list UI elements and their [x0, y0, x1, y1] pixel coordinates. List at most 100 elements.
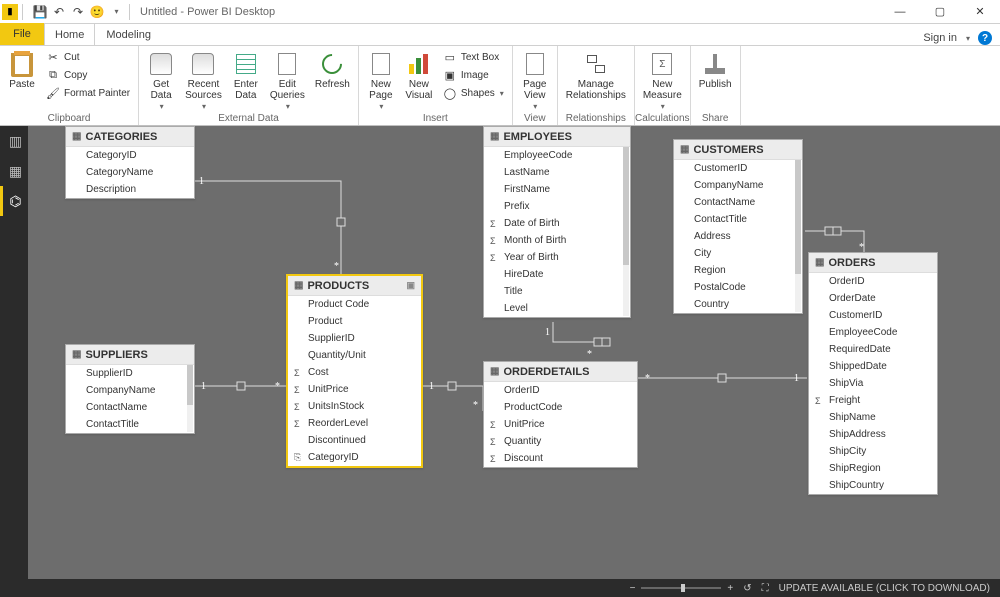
sign-in-dropdown[interactable]: [965, 32, 970, 44]
qat-dropdown[interactable]: [107, 3, 125, 21]
undo-button[interactable]: ↶: [50, 3, 68, 21]
field-row[interactable]: ShippedDate: [809, 358, 937, 375]
field-row[interactable]: OrderID: [809, 273, 937, 290]
field-row[interactable]: CustomerID: [809, 307, 937, 324]
field-row[interactable]: Discontinued: [288, 432, 421, 449]
table-orders[interactable]: ▦ORDERS OrderIDOrderDateCustomerIDEmploy…: [808, 252, 938, 495]
data-view-button[interactable]: ▦: [0, 156, 28, 186]
field-row[interactable]: ΣUnitsInStock: [288, 398, 421, 415]
field-row[interactable]: Quantity/Unit: [288, 347, 421, 364]
modeling-tab[interactable]: Modeling: [95, 23, 162, 45]
enter-data-button[interactable]: EnterData: [228, 48, 264, 101]
shapes-button[interactable]: ◯Shapes: [439, 84, 508, 102]
model-view-button[interactable]: ⌬: [0, 186, 28, 216]
field-row[interactable]: Country: [674, 296, 802, 313]
field-row[interactable]: ΣCost: [288, 364, 421, 381]
field-row[interactable]: ΣFreight: [809, 392, 937, 409]
scrollbar[interactable]: [623, 147, 629, 316]
field-row[interactable]: OrderDate: [809, 290, 937, 307]
field-row[interactable]: ContactName: [674, 194, 802, 211]
table-categories[interactable]: ▦CATEGORIES CategoryIDCategoryNameDescri…: [65, 126, 195, 199]
field-row[interactable]: OrderID: [484, 382, 637, 399]
field-row[interactable]: Title: [484, 283, 630, 300]
scrollbar[interactable]: [795, 160, 801, 312]
field-row[interactable]: ⎘CategoryID: [288, 449, 421, 466]
table-employees[interactable]: ▦EMPLOYEES EmployeeCodeLastNameFirstName…: [483, 126, 631, 318]
field-row[interactable]: ΣUnitPrice: [288, 381, 421, 398]
image-button[interactable]: ▣Image: [439, 66, 508, 84]
collapse-icon[interactable]: ▣: [406, 280, 415, 291]
field-row[interactable]: SupplierID: [66, 365, 194, 382]
field-row[interactable]: HireDate: [484, 266, 630, 283]
model-canvas[interactable]: 1 * 1 * 1 * 1 * 1 * 1: [28, 126, 1000, 579]
field-row[interactable]: RequiredDate: [809, 341, 937, 358]
minimize-button[interactable]: —: [880, 0, 920, 24]
field-row[interactable]: ShipName: [809, 409, 937, 426]
fit-to-page-icon[interactable]: ⛶: [762, 583, 769, 594]
home-tab[interactable]: Home: [44, 23, 95, 45]
field-row[interactable]: FirstName: [484, 181, 630, 198]
recent-sources-button[interactable]: RecentSources: [181, 48, 226, 111]
field-row[interactable]: ProductCode: [484, 399, 637, 416]
field-row[interactable]: ShipVia: [809, 375, 937, 392]
edit-queries-button[interactable]: EditQueries: [266, 48, 309, 111]
field-row[interactable]: ΣDiscount: [484, 450, 637, 467]
scrollbar[interactable]: [187, 365, 193, 432]
zoom-out-icon[interactable]: −: [630, 583, 636, 594]
text-box-button[interactable]: ▭Text Box: [439, 48, 508, 66]
field-row[interactable]: EmployeeCode: [809, 324, 937, 341]
help-icon[interactable]: ?: [978, 31, 992, 45]
page-view-button[interactable]: PageView: [517, 48, 553, 111]
maximize-button[interactable]: ▢: [920, 0, 960, 24]
save-button[interactable]: 💾: [31, 3, 49, 21]
sign-in-link[interactable]: Sign in: [923, 32, 957, 44]
field-row[interactable]: ΣQuantity: [484, 433, 637, 450]
field-row[interactable]: ShipAddress: [809, 426, 937, 443]
field-row[interactable]: Level: [484, 300, 630, 317]
field-row[interactable]: ΣMonth of Birth: [484, 232, 630, 249]
redo-button[interactable]: ↷: [69, 3, 87, 21]
field-row[interactable]: CategoryID: [66, 147, 194, 164]
field-row[interactable]: Description: [66, 181, 194, 198]
cut-button[interactable]: ✂Cut: [42, 48, 134, 66]
new-page-button[interactable]: NewPage: [363, 48, 399, 111]
field-row[interactable]: EmployeeCode: [484, 147, 630, 164]
field-row[interactable]: ShipRegion: [809, 460, 937, 477]
format-painter-button[interactable]: 🖌Format Painter: [42, 84, 134, 102]
manage-relationships-button[interactable]: ManageRelationships: [562, 48, 630, 101]
new-visual-button[interactable]: NewVisual: [401, 48, 437, 101]
field-row[interactable]: ContactTitle: [674, 211, 802, 228]
field-row[interactable]: CompanyName: [66, 382, 194, 399]
field-row[interactable]: LastName: [484, 164, 630, 181]
field-row[interactable]: ΣYear of Birth: [484, 249, 630, 266]
field-row[interactable]: ShipCity: [809, 443, 937, 460]
field-row[interactable]: ContactName: [66, 399, 194, 416]
field-row[interactable]: Region: [674, 262, 802, 279]
zoom-slider[interactable]: − +: [630, 583, 734, 594]
close-button[interactable]: ✕: [960, 0, 1000, 24]
zoom-in-icon[interactable]: +: [727, 583, 733, 594]
field-row[interactable]: CategoryName: [66, 164, 194, 181]
copy-button[interactable]: ⧉Copy: [42, 66, 134, 84]
table-orderdetails[interactable]: ▦ORDERDETAILS OrderIDProductCodeΣUnitPri…: [483, 361, 638, 468]
report-view-button[interactable]: ▥: [0, 126, 28, 156]
reset-zoom-icon[interactable]: ↺: [743, 583, 751, 594]
refresh-button[interactable]: Refresh: [311, 48, 354, 90]
field-row[interactable]: City: [674, 245, 802, 262]
field-row[interactable]: ContactTitle: [66, 416, 194, 433]
publish-button[interactable]: Publish: [695, 48, 736, 90]
field-row[interactable]: CustomerID: [674, 160, 802, 177]
field-row[interactable]: Product: [288, 313, 421, 330]
field-row[interactable]: PostalCode: [674, 279, 802, 296]
feedback-button[interactable]: 🙂: [88, 3, 106, 21]
table-customers[interactable]: ▦CUSTOMERS CustomerIDCompanyNameContactN…: [673, 139, 803, 314]
field-row[interactable]: Address: [674, 228, 802, 245]
table-products[interactable]: ▦PRODUCTS▣ Product CodeProductSupplierID…: [286, 274, 423, 468]
new-measure-button[interactable]: NewMeasure: [639, 48, 686, 111]
field-row[interactable]: ΣReorderLevel: [288, 415, 421, 432]
field-row[interactable]: ShipCountry: [809, 477, 937, 494]
field-row[interactable]: ΣUnitPrice: [484, 416, 637, 433]
paste-button[interactable]: Paste: [4, 48, 40, 90]
field-row[interactable]: Prefix: [484, 198, 630, 215]
file-tab[interactable]: File: [0, 23, 44, 45]
